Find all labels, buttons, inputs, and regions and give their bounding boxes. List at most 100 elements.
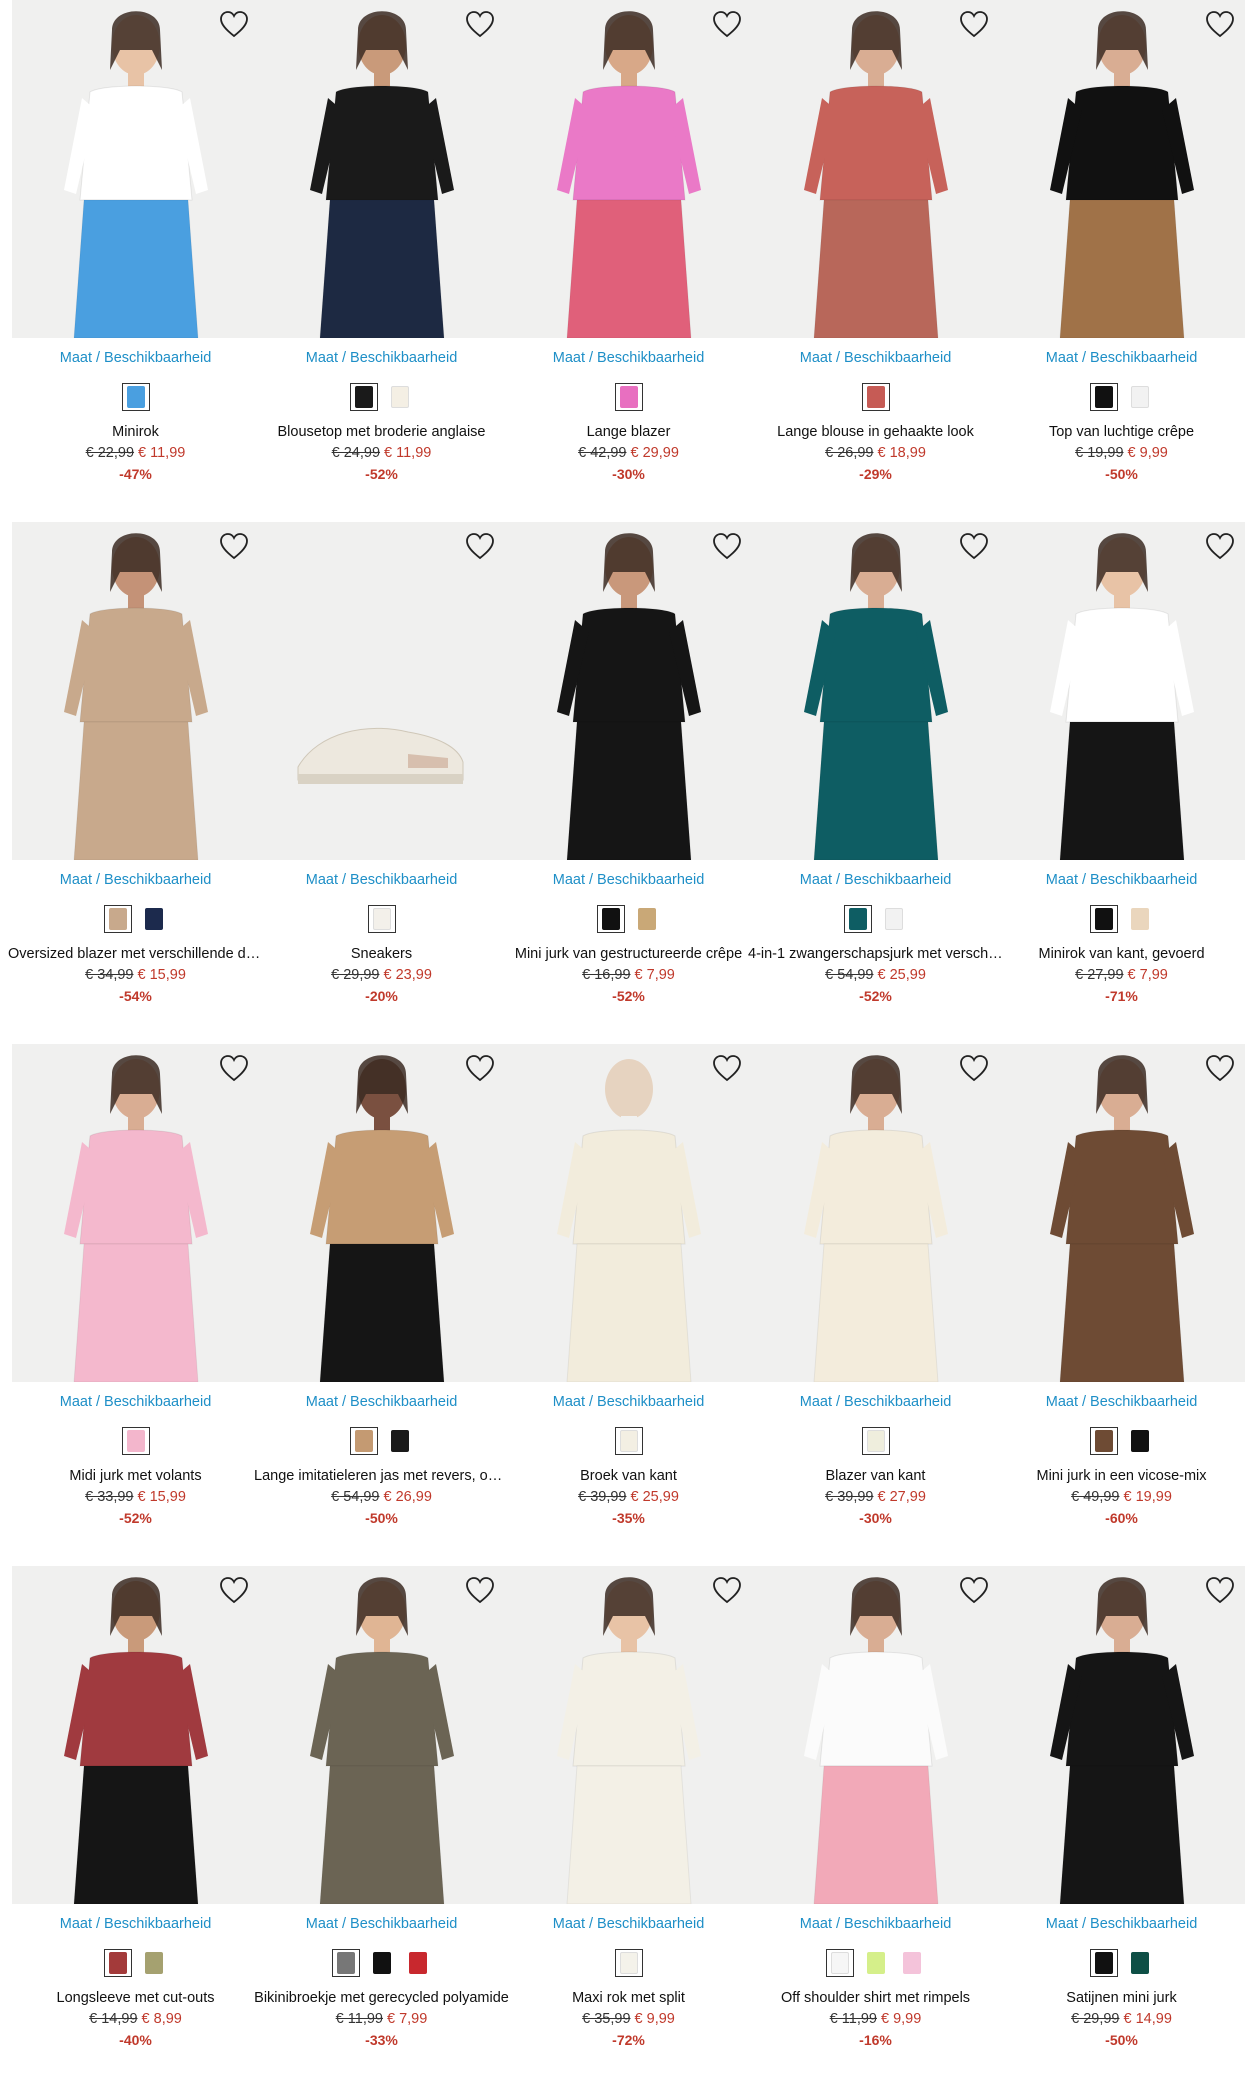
wishlist-heart-icon[interactable]	[959, 10, 989, 38]
product-image[interactable]	[752, 0, 999, 338]
color-swatch[interactable]	[367, 905, 396, 933]
product-title[interactable]: Maxi rok met split	[501, 1990, 756, 2006]
color-swatch[interactable]	[1089, 905, 1118, 933]
product-card[interactable]: Maat / Beschikbaarheid Midi jurk met vola…	[12, 1044, 259, 1544]
product-image[interactable]	[12, 522, 259, 860]
product-title[interactable]: Minirok van kant, gevoerd	[994, 946, 1249, 962]
product-title[interactable]: Top van luchtige crêpe	[994, 424, 1249, 440]
wishlist-heart-icon[interactable]	[219, 1576, 249, 1604]
product-card[interactable]: Maat / Beschikbaarheid Top van luchtige c…	[998, 0, 1245, 500]
color-swatch[interactable]	[880, 905, 908, 933]
product-card[interactable]: Maat / Beschikbaarheid Maxi rok met split…	[505, 1566, 752, 2066]
color-swatch[interactable]	[614, 1949, 643, 1977]
color-swatch[interactable]	[1126, 905, 1154, 933]
product-title[interactable]: Bikinibroekje met gerecycled polyamide	[254, 1990, 509, 2006]
size-availability-link[interactable]: Maat / Beschikbaarheid	[752, 1394, 999, 1410]
product-image[interactable]	[998, 1566, 1245, 1904]
product-card[interactable]: Maat / Beschikbaarheid Lange imitatielere…	[254, 1044, 509, 1544]
color-swatch[interactable]	[898, 1949, 926, 1977]
size-availability-link[interactable]: Maat / Beschikbaarheid	[505, 872, 752, 888]
wishlist-heart-icon[interactable]	[219, 532, 249, 560]
product-card[interactable]: Maat / Beschikbaarheid Off shoulder shirt…	[752, 1566, 999, 2066]
color-swatch[interactable]	[121, 383, 150, 411]
product-title[interactable]: Midi jurk met volants	[8, 1468, 263, 1484]
product-card[interactable]: Maat / Beschikbaarheid Blazer van kant € 3…	[752, 1044, 999, 1544]
product-title[interactable]: Broek van kant	[501, 1468, 756, 1484]
wishlist-heart-icon[interactable]	[1205, 1054, 1235, 1082]
product-image[interactable]	[505, 1044, 752, 1382]
product-image[interactable]	[998, 0, 1245, 338]
size-availability-link[interactable]: Maat / Beschikbaarheid	[12, 1394, 259, 1410]
product-image[interactable]	[998, 1044, 1245, 1382]
wishlist-heart-icon[interactable]	[465, 10, 495, 38]
product-title[interactable]: Satijnen mini jurk	[994, 1990, 1249, 2006]
wishlist-heart-icon[interactable]	[712, 1054, 742, 1082]
size-availability-link[interactable]: Maat / Beschikbaarheid	[505, 1916, 752, 1932]
product-title[interactable]: Sneakers	[254, 946, 509, 962]
product-image[interactable]	[12, 1044, 259, 1382]
product-card[interactable]: Maat / Beschikbaarheid Sneakers € 29,99 € 2…	[258, 522, 505, 1022]
product-title[interactable]: Blousetop met broderie anglaise	[254, 424, 509, 440]
product-title[interactable]: Off shoulder shirt met rimpels	[748, 1990, 1003, 2006]
color-swatch[interactable]	[404, 1949, 432, 1977]
product-card[interactable]: Maat / Beschikbaarheid Longsleeve met cut…	[12, 1566, 259, 2066]
product-card[interactable]: Maat / Beschikbaarheid Broek van kant € 39…	[505, 1044, 752, 1544]
wishlist-heart-icon[interactable]	[712, 532, 742, 560]
product-title[interactable]: Blazer van kant	[748, 1468, 1003, 1484]
color-swatch[interactable]	[386, 1427, 414, 1455]
color-swatch[interactable]	[843, 905, 872, 933]
color-swatch[interactable]	[862, 1949, 890, 1977]
size-availability-link[interactable]: Maat / Beschikbaarheid	[12, 1916, 259, 1932]
product-title[interactable]: Lange blouse in gehaakte look	[748, 424, 1003, 440]
color-swatch[interactable]	[633, 905, 661, 933]
wishlist-heart-icon[interactable]	[712, 1576, 742, 1604]
product-card[interactable]: Maat / Beschikbaarheid Mini jurk in een v…	[998, 1044, 1245, 1544]
size-availability-link[interactable]: Maat / Beschikbaarheid	[258, 872, 505, 888]
product-title[interactable]: Mini jurk van gestructureerde crêpe	[501, 946, 756, 962]
product-image[interactable]	[12, 1566, 259, 1904]
wishlist-heart-icon[interactable]	[1205, 10, 1235, 38]
product-image[interactable]	[258, 1566, 505, 1904]
color-swatch[interactable]	[331, 1949, 360, 1977]
wishlist-heart-icon[interactable]	[959, 1576, 989, 1604]
wishlist-heart-icon[interactable]	[465, 532, 495, 560]
product-card[interactable]: Maat / Beschikbaarheid Satijnen mini jurk…	[998, 1566, 1245, 2066]
size-availability-link[interactable]: Maat / Beschikbaarheid	[258, 1394, 505, 1410]
wishlist-heart-icon[interactable]	[1205, 532, 1235, 560]
color-swatch[interactable]	[140, 1949, 168, 1977]
product-title[interactable]: Lange blazer	[501, 424, 756, 440]
wishlist-heart-icon[interactable]	[465, 1576, 495, 1604]
color-swatch[interactable]	[1126, 1949, 1154, 1977]
size-availability-link[interactable]: Maat / Beschikbaarheid	[998, 350, 1245, 366]
wishlist-heart-icon[interactable]	[712, 10, 742, 38]
color-swatch[interactable]	[596, 905, 625, 933]
size-availability-link[interactable]: Maat / Beschikbaarheid	[998, 1394, 1245, 1410]
product-image[interactable]	[998, 522, 1245, 860]
color-swatch[interactable]	[861, 383, 890, 411]
product-card[interactable]: Maat / Beschikbaarheid Minirok € 22,99 € 11…	[12, 0, 259, 500]
color-swatch[interactable]	[386, 383, 414, 411]
product-card[interactable]: Maat / Beschikbaarheid Bikinibroekje met …	[254, 1566, 509, 2066]
color-swatch[interactable]	[121, 1427, 150, 1455]
wishlist-heart-icon[interactable]	[465, 1054, 495, 1082]
size-availability-link[interactable]: Maat / Beschikbaarheid	[258, 1916, 505, 1932]
product-title[interactable]: Oversized blazer met verschillende draag…	[8, 946, 263, 962]
size-availability-link[interactable]: Maat / Beschikbaarheid	[505, 350, 752, 366]
product-image[interactable]	[258, 522, 505, 860]
product-card[interactable]: Maat / Beschikbaarheid Blousetop met brod…	[258, 0, 505, 500]
size-availability-link[interactable]: Maat / Beschikbaarheid	[12, 872, 259, 888]
product-title[interactable]: Longsleeve met cut-outs	[8, 1990, 263, 2006]
color-swatch[interactable]	[1126, 383, 1154, 411]
product-title[interactable]: Mini jurk in een vicose-mix	[994, 1468, 1249, 1484]
color-swatch[interactable]	[1089, 1949, 1118, 1977]
color-swatch[interactable]	[1089, 1427, 1118, 1455]
product-image[interactable]	[505, 1566, 752, 1904]
product-image[interactable]	[505, 0, 752, 338]
color-swatch[interactable]	[349, 1427, 378, 1455]
wishlist-heart-icon[interactable]	[219, 10, 249, 38]
color-swatch[interactable]	[368, 1949, 396, 1977]
color-swatch[interactable]	[1089, 383, 1118, 411]
color-swatch[interactable]	[861, 1427, 890, 1455]
product-title[interactable]: Lange imitatieleren jas met revers, over…	[254, 1468, 509, 1484]
color-swatch[interactable]	[614, 383, 643, 411]
